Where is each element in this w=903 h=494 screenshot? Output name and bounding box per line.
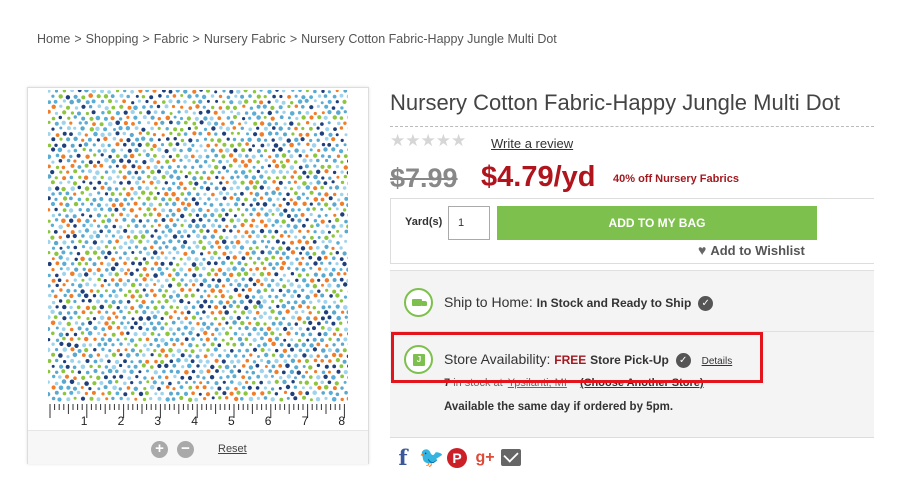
fabric-pattern: 1 2 3 4 5 6 7 8: [48, 90, 348, 428]
breadcrumb-separator: >: [289, 32, 298, 46]
zoom-controls: + − Reset: [28, 430, 368, 464]
breadcrumb-separator: >: [142, 32, 150, 46]
twitter-icon[interactable]: 🐦: [419, 447, 444, 469]
breadcrumb: Home > Shopping > Fabric > Nursery Fabric > Nurs…: [37, 32, 557, 46]
title-divider: [390, 126, 874, 127]
breadcrumb-nursery-fabric[interactable]: Nursery Fabric: [204, 32, 286, 46]
wishlist-label: Add to Wishlist: [710, 243, 805, 258]
write-review-link[interactable]: Write a review: [491, 136, 573, 151]
promo-text: 40% off Nursery Fabrics: [613, 173, 739, 185]
breadcrumb-home[interactable]: Home: [37, 32, 70, 46]
ship-status: In Stock and Ready to Ship: [536, 296, 692, 310]
ruler-number: 1: [81, 414, 88, 428]
highlight-box: [391, 332, 763, 383]
breadcrumb-fabric[interactable]: Fabric: [154, 32, 189, 46]
product-image-viewer: 1 2 3 4 5 6 7 8 + − Reset: [27, 87, 369, 464]
ruler-number: 8: [338, 414, 345, 428]
sale-price: $4.79/yd: [481, 161, 596, 193]
reset-zoom-link[interactable]: Reset: [218, 443, 247, 455]
add-to-cart-panel: Yard(s) 1 ADD TO MY BAG ♥ Add to Wishlist: [390, 198, 874, 264]
quantity-input[interactable]: 1: [448, 206, 490, 240]
breadcrumb-separator: >: [192, 32, 200, 46]
email-icon[interactable]: [501, 449, 521, 466]
ship-to-home-row: Ship to Home: In Stock and Ready to Ship…: [390, 271, 874, 332]
breadcrumb-current-product[interactable]: Nursery Cotton Fabric-Happy Jungle Multi…: [301, 32, 557, 46]
ruler-number: 2: [118, 414, 125, 428]
ruler-number: 5: [228, 414, 235, 428]
ruler-number: 6: [265, 414, 272, 428]
add-to-bag-button[interactable]: ADD TO MY BAG: [497, 206, 817, 240]
facebook-icon[interactable]: f: [393, 447, 413, 469]
checkmark-icon: ✓: [698, 295, 714, 311]
product-title: Nursery Cotton Fabric-Happy Jungle Multi…: [390, 90, 840, 115]
breadcrumb-shopping[interactable]: Shopping: [86, 32, 139, 46]
truck-icon: [404, 288, 433, 317]
add-to-wishlist-link[interactable]: ♥ Add to Wishlist: [698, 242, 805, 258]
quantity-label: Yard(s): [405, 216, 443, 228]
breadcrumb-separator: >: [74, 32, 82, 46]
ship-label: Ship to Home:: [444, 294, 533, 310]
same-day-note: Available the same day if ordered by 5pm…: [444, 401, 674, 413]
rating-stars: ★★★★★: [390, 131, 467, 150]
pinterest-icon[interactable]: P: [447, 448, 467, 468]
product-image[interactable]: 1 2 3 4 5 6 7 8: [48, 90, 348, 428]
zoom-in-button[interactable]: +: [151, 441, 168, 458]
zoom-out-button[interactable]: −: [177, 441, 194, 458]
original-price: $7.99: [390, 163, 458, 193]
ruler-number: 7: [302, 414, 309, 428]
heart-plus-icon: ♥: [698, 242, 707, 258]
ruler-number: 4: [191, 414, 198, 428]
ruler-number: 3: [154, 414, 161, 428]
ship-to-home-text: Ship to Home: In Stock and Ready to Ship…: [444, 294, 714, 311]
google-plus-icon[interactable]: g+: [475, 447, 495, 469]
